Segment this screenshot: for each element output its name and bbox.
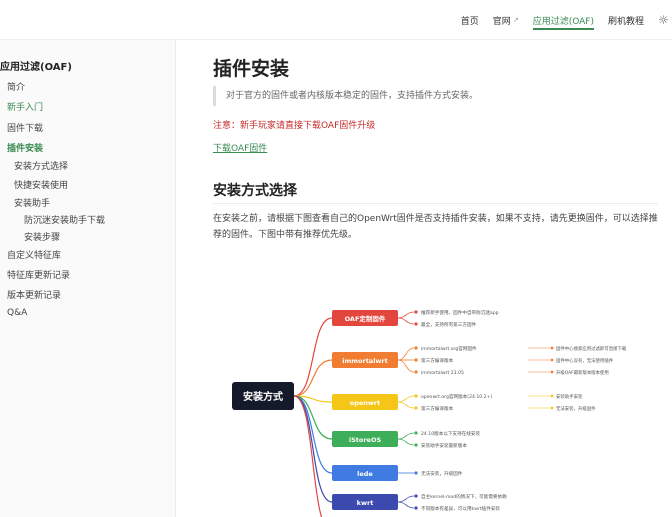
- mindmap-subnote-dot: [550, 406, 554, 410]
- mindmap-note: 推荐新手使用，固件中自带防沉迷app: [421, 309, 499, 316]
- sidebar-item-signature-changelog[interactable]: 特征库更新记录: [7, 268, 70, 281]
- sidebar-item-intro[interactable]: 简介: [7, 80, 25, 93]
- sidebar-item-beginner[interactable]: 新手入门: [7, 100, 43, 113]
- mindmap-note-line: [397, 501, 415, 509]
- nav-flash-tutorial[interactable]: 刷机教程: [608, 0, 644, 40]
- mindmap-root-label: 安装方式: [243, 390, 283, 403]
- mindmap-branch-line: [293, 395, 333, 503]
- mindmap-note-dot: [414, 322, 418, 326]
- mindmap-note-line: [397, 401, 415, 409]
- nav-home-label: 首页: [460, 16, 479, 27]
- mindmap-note-dot: [414, 346, 418, 350]
- sidebar-item-qa[interactable]: Q&A: [7, 308, 27, 318]
- mindmap-subnote-dot: [550, 358, 554, 362]
- mindmap-note-dot: [414, 506, 418, 510]
- mindmap-subnote-dot: [550, 346, 554, 350]
- nav-flash-tutorial-label: 刷机教程: [607, 16, 644, 27]
- mindmap-note-line: [397, 438, 415, 446]
- mindmap-node-label: lede: [357, 470, 373, 478]
- mindmap-note-line: [397, 359, 415, 373]
- mindmap-subnote: 无法安装，升级固件: [556, 405, 596, 412]
- mindmap-note-dot: [414, 471, 418, 475]
- mindmap-note-line: [397, 395, 415, 403]
- mindmap-note: immortalwrt.org官网固件: [421, 345, 477, 352]
- mindmap-subnote: 固件中心没有，无法使用插件: [556, 357, 614, 364]
- mindmap-note-dot: [414, 494, 418, 498]
- theme-toggle-icon[interactable]: ☼: [658, 14, 670, 26]
- page-title: 插件安装: [213, 58, 290, 80]
- nav-oaf-label: 应用过滤(OAF): [532, 16, 594, 27]
- sidebar-title: 应用过滤(OAF): [0, 62, 72, 73]
- mindmap-note-dot: [414, 370, 418, 374]
- sidebar-item-install-steps[interactable]: 安装步骤: [24, 230, 60, 243]
- sidebar-item-plugin-install[interactable]: 插件安装: [7, 141, 43, 154]
- sidebar-item-custom-signatures[interactable]: 自定义特征库: [7, 248, 61, 261]
- mindmap-subnote: 固件中心搜索应用过滤即可直接下载: [556, 345, 627, 352]
- mindmap-subnote: 安装助手安装: [556, 393, 583, 400]
- mindmap-note-dot: [414, 358, 418, 362]
- mindmap-note-dot: [414, 406, 418, 410]
- mindmap-note: immortalwrt 23.05: [421, 370, 464, 376]
- mindmap-note-line: [397, 317, 415, 325]
- sidebar-item-version-changelog[interactable]: 版本更新记录: [7, 288, 61, 301]
- main-content: 插件安装 对于官方的固件或者内核版本稳定的固件，支持插件方式安装。 注意：新手玩…: [176, 40, 672, 517]
- mindmap-note: 自主kernel-mod的情况下，可能需要依赖: [421, 493, 507, 500]
- mindmap-note: 最全，支持所有第三方固件: [421, 321, 477, 328]
- sidebar: 应用过滤(OAF) 简介 新手入门 固件下载 插件安装 安装方式选择 快捷安装使…: [0, 40, 176, 517]
- blockquote: 对于官方的固件或者内核版本稳定的固件，支持插件方式安装。: [213, 86, 653, 106]
- mindmap-branch-line: [293, 317, 333, 397]
- download-firmware-link[interactable]: 下载OAF固件: [213, 141, 267, 154]
- sidebar-item-firmware-download[interactable]: 固件下载: [7, 121, 43, 134]
- nav-oaf[interactable]: 应用过滤(OAF): [532, 0, 595, 40]
- mindmap-note: openwrt.org官网版本(24.10.2+): [421, 393, 492, 400]
- mindmap-note: 第三方编译版本: [421, 405, 454, 412]
- mindmap-note-dot: [414, 310, 418, 314]
- nav-home[interactable]: 首页: [461, 0, 479, 40]
- mindmap-node-label: iStoreOS: [349, 436, 382, 444]
- mindmap-note-dot: [414, 443, 418, 447]
- mindmap-note-dot: [414, 394, 418, 398]
- section-divider: [213, 203, 658, 204]
- mindmap-branch-line: [293, 359, 333, 397]
- top-nav: 首页 官网 ↗ 应用过滤(OAF) 刷机教程 ☼: [461, 0, 672, 40]
- mindmap-node-label: openwrt: [350, 399, 380, 407]
- mindmap-note-line: [397, 495, 415, 503]
- sidebar-item-quick-install[interactable]: 快捷安装使用: [14, 178, 68, 191]
- mindmap-subnote-dot: [550, 394, 554, 398]
- nav-official-site[interactable]: 官网 ↗: [493, 0, 519, 40]
- nav-official-site-label: 官网: [492, 16, 511, 27]
- mindmap-note: 无法安装，升级固件: [421, 470, 463, 477]
- mindmap-node-label: OAF定制固件: [345, 314, 386, 323]
- mindmap-subnote: 升级OAF最新版本版本使用: [556, 369, 609, 376]
- external-link-icon: ↗: [512, 16, 519, 24]
- mindmap-subnote-dot: [550, 370, 554, 374]
- mindmap-node-label: kwrt: [357, 499, 374, 507]
- mindmap-note: 第三方编译版本: [421, 357, 454, 364]
- mindmap-note: 24.10版本以下支持在线安装: [421, 430, 480, 437]
- mindmap-note: 不同版本有差异，可以用kwrt插件安装: [421, 505, 500, 512]
- sidebar-item-install-assistant[interactable]: 安装助手: [14, 196, 50, 209]
- sidebar-item-assistant-download[interactable]: 防沉迷安装助手下载: [24, 213, 105, 226]
- mindmap-note: 安装助手安装最新版本: [421, 442, 467, 449]
- intro-paragraph: 在安装之前，请根据下图查看自己的OpenWrt固件是否支持插件安装，如果不支持，…: [213, 214, 658, 240]
- mindmap-node-label: immortalwrt: [342, 357, 387, 365]
- mindmap-note-line: [397, 311, 415, 319]
- mindmap-note-dot: [414, 431, 418, 435]
- sidebar-item-install-method[interactable]: 安装方式选择: [14, 159, 68, 172]
- top-navbar: 首页 官网 ↗ 应用过滤(OAF) 刷机教程 ☼: [0, 0, 672, 40]
- install-method-mindmap: OAF定制固件 推荐新手使用，固件中自带防沉迷app 最全，支持所有第三方固件 imm…: [232, 309, 627, 517]
- mindmap-note-line: [397, 347, 415, 361]
- section-title: 安装方式选择: [213, 183, 297, 199]
- mindmap-note-line: [397, 432, 415, 440]
- warning-text: 注意：新手玩家请直接下载OAF固件升级: [213, 121, 376, 131]
